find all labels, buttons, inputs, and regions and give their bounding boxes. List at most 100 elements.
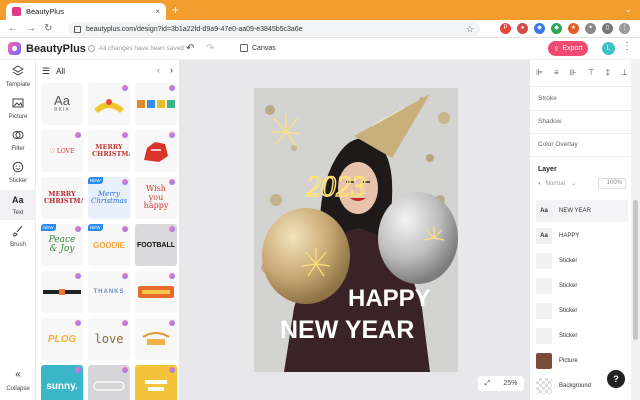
align-center-icon[interactable]: ≡ [554,68,559,77]
undo-icon[interactable]: ↶ [186,43,194,54]
blend-mode-value: Normal [545,180,565,187]
layer-item[interactable]: Aa HAPPY [536,225,628,247]
menu-icon[interactable]: ☰ [42,66,50,77]
text-style-tile[interactable]: PLOG [41,318,83,360]
text-style-tile[interactable] [135,318,177,360]
text-style-tile[interactable]: NEW Merry Christmas [88,177,130,219]
tile-text: love [94,332,124,346]
rail-item-template[interactable]: Template [0,62,36,92]
text-style-tile[interactable] [135,130,177,172]
text-style-tile[interactable]: MERRY CHRISTMAS [88,130,130,172]
extension-blue-icon[interactable]: ◆ [534,23,545,34]
align-top-icon[interactable]: ⊤ [588,68,595,77]
browser-menu-icon[interactable]: ⋮ [619,23,630,34]
premium-icon [75,367,81,373]
text-style-tile[interactable] [135,83,177,125]
design-canvas[interactable]: 2023 HAPPY NEW YEAR [254,88,458,372]
scrollbar-thumb[interactable] [633,200,638,340]
text-style-tile[interactable]: THANKS [88,271,130,313]
layer-item[interactable]: Aa NEW YEAR [536,200,628,222]
category-header[interactable]: ☰ All [42,66,65,77]
layer-item[interactable]: Picture [536,350,628,372]
app-logo[interactable]: BeautyPlus [8,42,86,55]
rail-item-text[interactable]: Aa Text [0,190,36,220]
extension-green-icon[interactable]: ◆ [551,23,562,34]
extensions-puzzle-icon[interactable]: ✦ [585,23,596,34]
text-style-tile[interactable]: NEW GOODIE [88,224,130,266]
text-style-tile[interactable] [135,271,177,313]
layer-thumbnail: Aa [536,228,552,244]
prev-arrow-icon[interactable]: ‹ [157,65,160,75]
bookmark-star-icon[interactable]: ☆ [466,24,474,35]
text-style-tile[interactable]: NEW Peace & Joy [41,224,83,266]
forward-icon[interactable]: → [26,23,36,34]
canvas-button[interactable]: Canvas [240,44,276,52]
next-arrow-icon[interactable]: › [170,65,173,75]
premium-icon [122,226,128,232]
tile-preview [142,332,170,345]
export-button[interactable]: ⇪ Export [548,41,588,56]
text-style-tile[interactable] [88,365,130,400]
redo-icon[interactable]: ↷ [206,43,214,54]
year-sticker: 2023 [306,170,366,203]
text-style-tile[interactable] [135,365,177,400]
align-right-icon[interactable]: ⊪ [570,68,577,77]
tile-text: MERRY CHRISTMAS [92,142,130,158]
rail-item-picture[interactable]: Picture [0,94,36,124]
layer-item[interactable]: Sticker [536,300,628,322]
export-label: Export [562,45,583,52]
text-style-tile[interactable]: love [88,318,130,360]
export-icon: ⇪ [553,45,560,53]
premium-icon [169,85,175,91]
shadow-section[interactable]: Shadow [538,118,562,125]
user-avatar[interactable]: L [602,42,615,55]
layer-item[interactable]: Sticker [536,250,628,272]
text-style-tile[interactable]: sunny. [41,365,83,400]
extension-orange-icon[interactable]: ★ [568,23,579,34]
rail-item-filter[interactable]: Filter [0,126,36,156]
extension-record-icon[interactable]: ● [517,23,528,34]
tab-list-chevron-icon[interactable]: ⌄ [624,4,632,15]
headline-new-year[interactable]: NEW YEAR [280,316,414,344]
filter-icon [12,131,24,139]
layer-thumbnail [536,378,552,394]
text-style-tile[interactable]: FOOTBALL [135,224,177,266]
more-options-icon[interactable]: ⋮ [622,41,632,52]
panel-scrollbar[interactable] [631,60,640,400]
tab-close-icon[interactable]: × [155,7,160,16]
text-style-tile[interactable]: MERRY CHRISTMAS [41,177,83,219]
collapse-button[interactable]: « Collapse [0,366,36,396]
align-left-icon[interactable]: ⊫ [536,68,543,77]
text-style-tile[interactable]: ♡ LOVE [41,130,83,172]
new-tab-button[interactable]: + [172,3,179,17]
layer-thumbnail [536,303,552,319]
layer-item[interactable]: Sticker [536,325,628,347]
reload-icon[interactable]: ↻ [44,23,52,34]
blend-mode-select[interactable]: ◐ Normal ⌄ [538,180,576,188]
browser-tab[interactable]: BeautyPlus × [6,3,166,20]
back-icon[interactable]: ← [8,23,18,34]
text-style-tile[interactable]: Wish you happy [135,177,177,219]
help-button[interactable]: ? [607,370,625,388]
color-overlay-section[interactable]: Color Overlay [538,141,578,148]
stroke-section[interactable]: Stroke [538,95,557,102]
align-bottom-icon[interactable]: ⊥ [621,68,628,77]
text-style-tile[interactable] [88,83,130,125]
extension-pinterest-icon[interactable]: P [500,23,511,34]
tile-text: FOOTBALL [136,241,176,249]
opacity-field[interactable]: 100% [598,178,626,189]
premium-icon [122,273,128,279]
url-field[interactable]: beautyplus.com/design?id=3b1a22fd-d9a9-4… [68,22,480,36]
text-style-tile[interactable] [41,271,83,313]
align-middle-icon[interactable]: ‡ [606,68,610,77]
browser-tab-bar: BeautyPlus × + ⌄ [0,0,640,20]
zoom-level[interactable]: 25% [503,380,517,387]
headline-happy[interactable]: HAPPY [348,285,431,312]
premium-icon [169,132,175,138]
rail-item-sticker[interactable]: Sticker [0,158,36,188]
text-style-tile[interactable]: Aa BKIA [41,83,83,125]
rail-item-brush[interactable]: Brush [0,222,36,252]
sidebar-toggle-icon[interactable]: ▯ [602,23,613,34]
fit-screen-icon[interactable]: ⤢ [485,380,491,388]
layer-item[interactable]: Sticker [536,275,628,297]
